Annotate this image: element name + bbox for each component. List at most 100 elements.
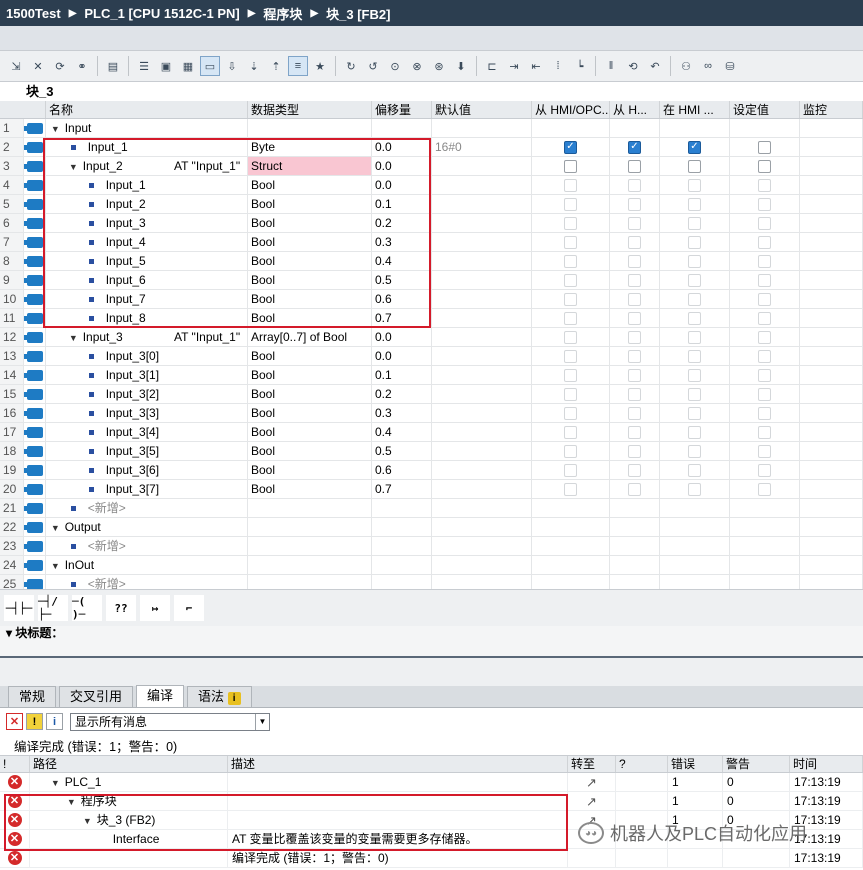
expand-toggle-icon[interactable]: ▼ bbox=[49, 120, 61, 137]
table-row[interactable]: 9 Input_6 Bool 0.5 bbox=[0, 271, 863, 290]
hmi-write-cell[interactable] bbox=[610, 518, 660, 536]
setpoint-checkbox[interactable] bbox=[758, 425, 771, 439]
expand-toggle-icon[interactable]: ▼ bbox=[65, 793, 77, 810]
data-type-cell[interactable] bbox=[248, 575, 372, 589]
name-cell[interactable]: Input_2 bbox=[46, 195, 248, 213]
paste-icon[interactable]: ▤ bbox=[103, 56, 123, 76]
hmi-write-checkbox[interactable] bbox=[628, 273, 641, 287]
connect-icon[interactable]: ⚇ bbox=[676, 56, 696, 76]
name-cell[interactable]: <新增> bbox=[46, 575, 248, 589]
error-filter-icon[interactable]: ✕ bbox=[6, 713, 23, 730]
hmi-visible-checkbox[interactable] bbox=[688, 368, 701, 382]
hmi-write-cell[interactable] bbox=[610, 480, 660, 498]
setpoint-cell[interactable] bbox=[730, 138, 800, 156]
column-header-type[interactable]: 数据类型 bbox=[248, 101, 372, 118]
hmi-write-checkbox[interactable] bbox=[628, 159, 641, 173]
default-value-cell[interactable] bbox=[432, 176, 532, 194]
setpoint-cell[interactable] bbox=[730, 499, 800, 517]
hmi-write-checkbox[interactable] bbox=[628, 178, 641, 192]
hmi-write-checkbox[interactable] bbox=[628, 254, 641, 268]
path-cell[interactable]: ▼ 块_3 (FB2) bbox=[30, 811, 228, 829]
hmi-access-checkbox[interactable] bbox=[564, 235, 577, 249]
hmi-visible-cell[interactable] bbox=[660, 309, 730, 327]
table-row[interactable]: 2 Input_1 Byte 0.0 16#0 ✓ ✓ ✓ bbox=[0, 138, 863, 157]
expand-toggle-icon[interactable]: ▼ bbox=[67, 329, 79, 346]
column-header-offset[interactable]: 偏移量 bbox=[372, 101, 432, 118]
table-row[interactable]: 23 <新增> bbox=[0, 537, 863, 556]
default-value-cell[interactable] bbox=[432, 271, 532, 289]
column-header-default[interactable]: 默认值 bbox=[432, 101, 532, 118]
hmi-access-cell[interactable] bbox=[532, 556, 610, 574]
name-cell[interactable]: Input_4 bbox=[46, 233, 248, 251]
hmi-write-checkbox[interactable] bbox=[628, 368, 641, 382]
hmi-visible-cell[interactable] bbox=[660, 271, 730, 289]
hmi-visible-checkbox[interactable] bbox=[688, 178, 701, 192]
setpoint-cell[interactable] bbox=[730, 518, 800, 536]
table-row[interactable]: 1 ▼ Input bbox=[0, 119, 863, 138]
hmi-visible-checkbox[interactable] bbox=[688, 387, 701, 401]
table-row[interactable]: 3 ▼ Input_2 AT "Input_1" Struct 0.0 bbox=[0, 157, 863, 176]
hmi-write-cell[interactable] bbox=[610, 366, 660, 384]
setpoint-checkbox[interactable] bbox=[758, 444, 771, 458]
hmi-write-checkbox[interactable] bbox=[628, 235, 641, 249]
name-cell[interactable]: Input_3[5] bbox=[46, 442, 248, 460]
default-value-cell[interactable] bbox=[432, 518, 532, 536]
setpoint-checkbox[interactable] bbox=[758, 159, 771, 173]
open-icon[interactable]: ⬇ bbox=[451, 56, 471, 76]
data-type-cell[interactable]: Struct bbox=[248, 157, 372, 175]
table-row[interactable]: 11 Input_8 Bool 0.7 bbox=[0, 309, 863, 328]
message-row[interactable]: ✕ ▼ 程序块 ↗ 1 0 17:13:19 bbox=[0, 792, 863, 811]
data-type-cell[interactable]: Bool bbox=[248, 480, 372, 498]
hmi-visible-checkbox[interactable] bbox=[688, 330, 701, 344]
default-value-cell[interactable] bbox=[432, 119, 532, 137]
default-value-cell[interactable] bbox=[432, 537, 532, 555]
table-row[interactable]: 16 Input_3[3] Bool 0.3 bbox=[0, 404, 863, 423]
hmi-visible-cell[interactable] bbox=[660, 480, 730, 498]
hmi-access-cell[interactable] bbox=[532, 309, 610, 327]
message-filter-select[interactable]: 显示所有消息 ▼ bbox=[70, 712, 270, 731]
hmi-visible-cell[interactable] bbox=[660, 347, 730, 365]
hmi-visible-cell[interactable] bbox=[660, 252, 730, 270]
setpoint-cell[interactable] bbox=[730, 385, 800, 403]
hmi-write-cell[interactable] bbox=[610, 214, 660, 232]
setpoint-cell[interactable] bbox=[730, 328, 800, 346]
setpoint-cell[interactable] bbox=[730, 290, 800, 308]
name-cell[interactable]: Input_3[4] bbox=[46, 423, 248, 441]
warning-filter-icon[interactable]: ! bbox=[26, 713, 43, 730]
setpoint-cell[interactable] bbox=[730, 309, 800, 327]
pause-icon[interactable]: ‖ bbox=[601, 56, 621, 76]
setpoint-checkbox[interactable] bbox=[758, 482, 771, 496]
hmi-visible-cell[interactable] bbox=[660, 404, 730, 422]
setpoint-checkbox[interactable] bbox=[758, 330, 771, 344]
tab-compile[interactable]: 编译 bbox=[136, 685, 185, 707]
column-header-name[interactable]: 名称 bbox=[46, 101, 248, 118]
hmi-write-checkbox[interactable] bbox=[628, 330, 641, 344]
name-cell[interactable]: ▼ Input bbox=[46, 119, 248, 137]
breakpoint-icon[interactable]: ⊙ bbox=[385, 56, 405, 76]
hmi-access-cell[interactable] bbox=[532, 252, 610, 270]
default-value-cell[interactable] bbox=[432, 461, 532, 479]
hmi-visible-cell[interactable] bbox=[660, 157, 730, 175]
expand-toggle-icon[interactable]: ▼ bbox=[67, 158, 79, 175]
hmi-access-checkbox[interactable] bbox=[564, 368, 577, 382]
message-row[interactable]: ✕ ▼ PLC_1 ↗ 1 0 17:13:19 bbox=[0, 773, 863, 792]
table-row[interactable]: 8 Input_5 Bool 0.4 bbox=[0, 252, 863, 271]
default-value-cell[interactable] bbox=[432, 328, 532, 346]
hmi-write-cell[interactable] bbox=[610, 328, 660, 346]
default-value-cell[interactable]: 16#0 bbox=[432, 138, 532, 156]
path-cell[interactable] bbox=[30, 849, 228, 867]
data-type-cell[interactable]: Bool bbox=[248, 461, 372, 479]
monitor-all-icon[interactable]: ┕ bbox=[570, 56, 590, 76]
name-cell[interactable]: ▼ Input_2 AT "Input_1" bbox=[46, 157, 248, 175]
hmi-access-checkbox[interactable] bbox=[564, 254, 577, 268]
favorites-icon[interactable]: ★ bbox=[310, 56, 330, 76]
hmi-visible-cell[interactable]: ✓ bbox=[660, 138, 730, 156]
expand-toggle-icon[interactable]: ▼ bbox=[81, 812, 93, 829]
column-header-time[interactable]: 时间 bbox=[790, 756, 863, 772]
default-value-cell[interactable] bbox=[432, 195, 532, 213]
column-header-description[interactable]: 描述 bbox=[228, 756, 568, 772]
hmi-access-cell[interactable] bbox=[532, 480, 610, 498]
hmi-access-cell[interactable] bbox=[532, 176, 610, 194]
hmi-visible-cell[interactable] bbox=[660, 176, 730, 194]
data-type-cell[interactable]: Bool bbox=[248, 347, 372, 365]
